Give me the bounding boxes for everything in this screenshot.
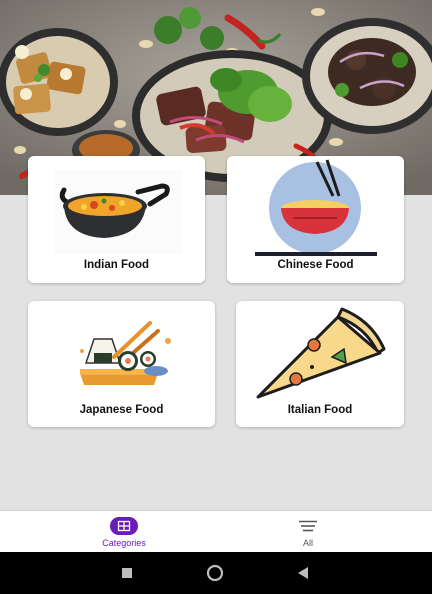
nav-active-indicator bbox=[110, 517, 138, 535]
nav-label-all: All bbox=[302, 538, 313, 548]
bottom-navigation-bar: Categories All bbox=[0, 510, 432, 552]
nav-item-all[interactable]: All bbox=[248, 511, 368, 553]
nav-label-categories: Categories bbox=[102, 538, 146, 548]
app-screen: Indian Food Chinese Food Japanese Food I… bbox=[0, 0, 432, 594]
circle-home-icon[interactable] bbox=[204, 562, 226, 584]
category-label-indian: Indian Food bbox=[83, 259, 150, 271]
category-card-indian-food[interactable]: Indian Food bbox=[28, 156, 205, 283]
screen-edge bbox=[432, 0, 440, 594]
sushi-icon bbox=[28, 301, 215, 401]
list-lines-icon bbox=[299, 520, 317, 532]
grid-icon bbox=[117, 520, 131, 532]
category-card-italian-food[interactable]: Italian Food bbox=[236, 301, 404, 427]
noodle-bowl-icon bbox=[227, 156, 404, 256]
pizza-slice-icon bbox=[236, 301, 404, 401]
system-navigation-bar bbox=[0, 552, 432, 594]
triangle-back-icon[interactable] bbox=[292, 562, 314, 584]
category-card-japanese-food[interactable]: Japanese Food bbox=[28, 301, 215, 427]
nav-item-categories[interactable]: Categories bbox=[64, 511, 184, 553]
category-card-chinese-food[interactable]: Chinese Food bbox=[227, 156, 404, 283]
kadai-curry-icon bbox=[28, 156, 205, 256]
category-label-chinese: Chinese Food bbox=[277, 259, 354, 271]
category-label-italian: Italian Food bbox=[287, 404, 353, 416]
category-label-japanese: Japanese Food bbox=[79, 404, 164, 416]
square-recents-icon[interactable] bbox=[116, 562, 138, 584]
